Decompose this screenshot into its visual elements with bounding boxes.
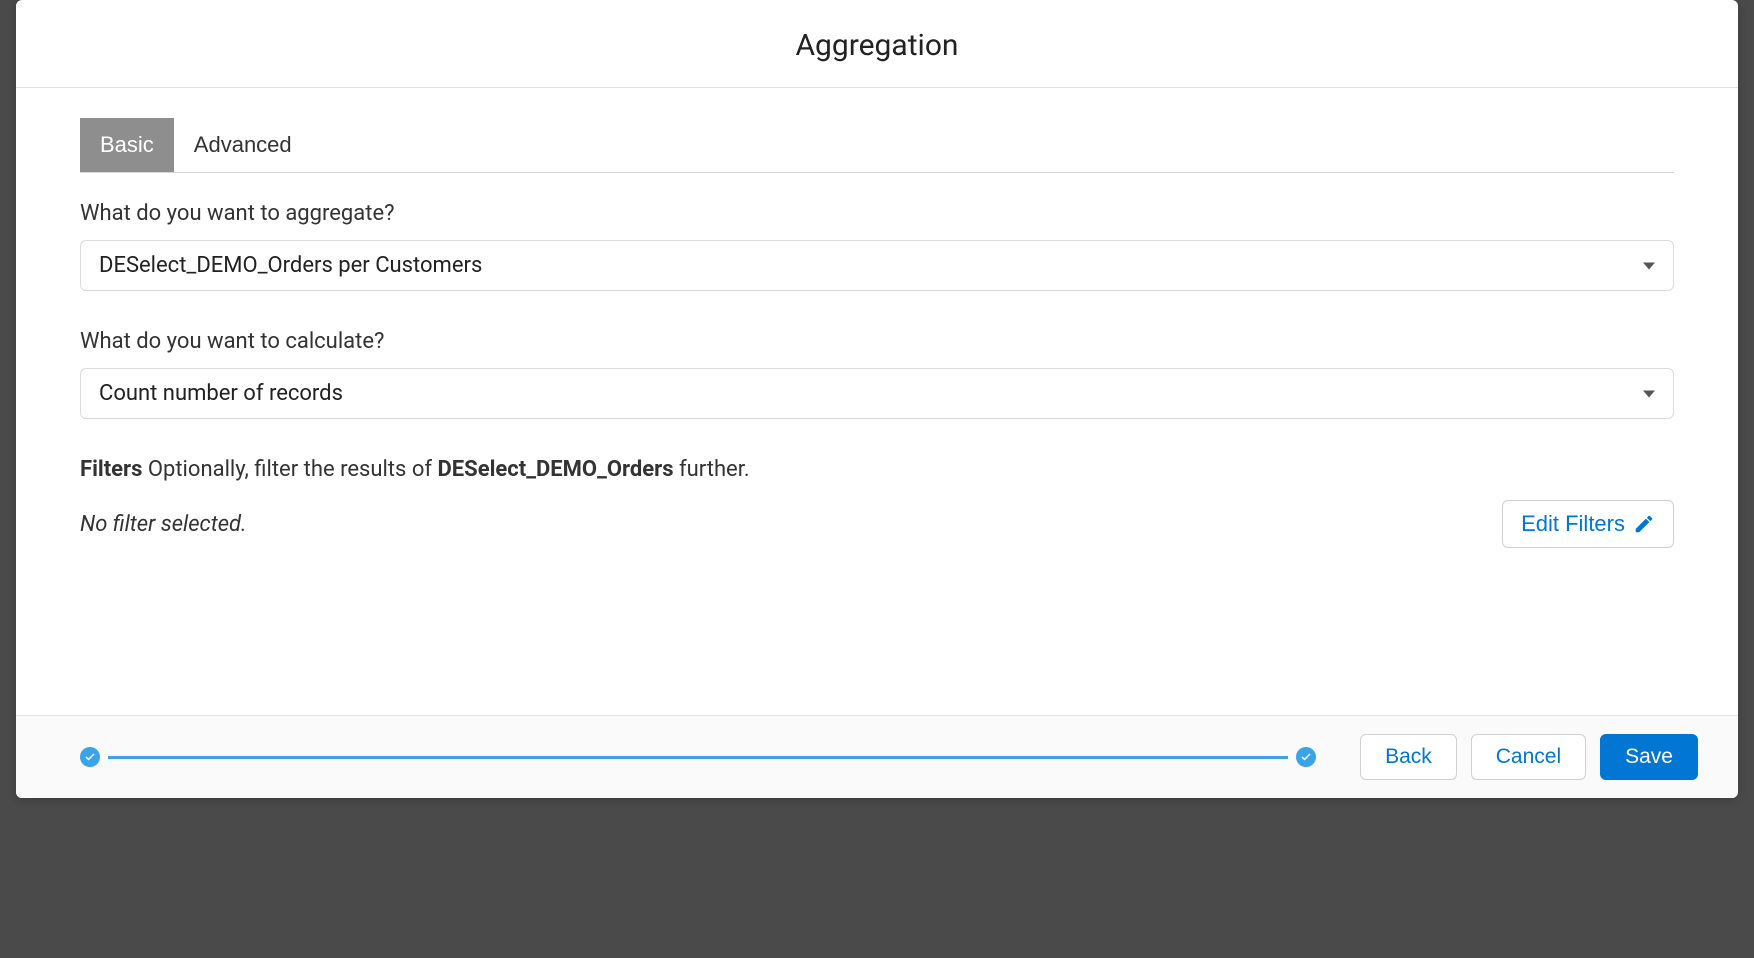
- aggregate-group: What do you want to aggregate? DESelect_…: [80, 201, 1674, 291]
- calculate-group: What do you want to calculate? Count num…: [80, 329, 1674, 419]
- edit-filters-button[interactable]: Edit Filters: [1502, 500, 1674, 548]
- tab-basic[interactable]: Basic: [80, 118, 174, 172]
- filters-section: Filters Optionally, filter the results o…: [80, 457, 1674, 548]
- check-icon: [84, 751, 96, 763]
- caret-down-icon: [1643, 262, 1655, 269]
- aggregate-label: What do you want to aggregate?: [80, 201, 1674, 226]
- progress-indicator: [80, 747, 1316, 767]
- filters-hint-source: DESelect_DEMO_Orders: [437, 457, 673, 482]
- edit-filters-label: Edit Filters: [1521, 511, 1625, 537]
- check-icon: [1300, 751, 1312, 763]
- modal-footer: Back Cancel Save: [16, 715, 1738, 798]
- filters-hint-prefix: Optionally, filter the results of: [142, 457, 437, 482]
- modal-header: Aggregation: [16, 0, 1738, 88]
- caret-down-icon: [1643, 390, 1655, 397]
- calculate-label: What do you want to calculate?: [80, 329, 1674, 354]
- filters-row: No filter selected. Edit Filters: [80, 500, 1674, 548]
- aggregate-select[interactable]: DESelect_DEMO_Orders per Customers: [80, 240, 1674, 291]
- calculate-select-value: Count number of records: [99, 381, 343, 406]
- save-button[interactable]: Save: [1600, 734, 1698, 780]
- cancel-button[interactable]: Cancel: [1471, 734, 1586, 780]
- tab-bar: Basic Advanced: [80, 118, 1674, 173]
- modal-body: Basic Advanced What do you want to aggre…: [16, 88, 1738, 715]
- modal-overlay: Aggregation Basic Advanced What do you w…: [0, 0, 1754, 958]
- aggregate-select-value: DESelect_DEMO_Orders per Customers: [99, 253, 482, 278]
- filters-label: Filters: [80, 457, 142, 482]
- aggregation-modal: Aggregation Basic Advanced What do you w…: [16, 0, 1738, 798]
- modal-title: Aggregation: [16, 28, 1738, 63]
- pencil-icon: [1633, 513, 1655, 535]
- progress-step-2-complete: [1296, 747, 1316, 767]
- filters-hint: Filters Optionally, filter the results o…: [80, 457, 1674, 482]
- calculate-select[interactable]: Count number of records: [80, 368, 1674, 419]
- progress-step-1-complete: [80, 747, 100, 767]
- progress-bar: [108, 756, 1288, 759]
- tab-advanced[interactable]: Advanced: [174, 118, 312, 172]
- no-filter-text: No filter selected.: [80, 512, 247, 537]
- filters-hint-suffix: further.: [674, 457, 750, 482]
- back-button[interactable]: Back: [1360, 734, 1457, 780]
